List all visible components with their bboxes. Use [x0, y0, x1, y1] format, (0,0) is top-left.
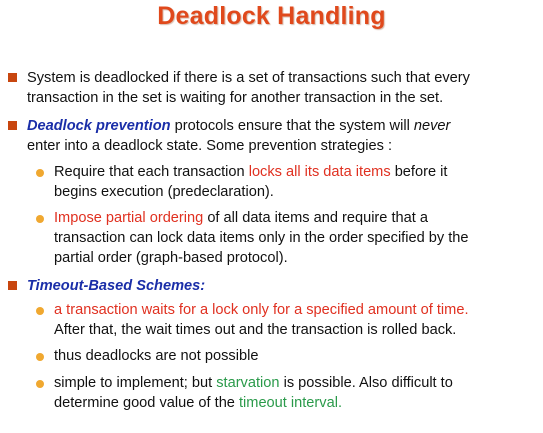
square-bullet-icon — [8, 281, 17, 290]
sub-bullet-text: is possible. Also difficult to — [279, 375, 453, 391]
sub-bullet-text: Require that each transaction — [54, 164, 249, 180]
sub-bullet-2-1-line-1: Require that each transaction locks all … — [54, 162, 447, 182]
square-bullet-icon — [8, 121, 17, 130]
never-emphasis: never — [413, 118, 451, 134]
sub-bullet-3-2-line-1: thus deadlocks are not possible — [54, 348, 259, 364]
round-bullet-icon — [36, 169, 44, 177]
sub-bullet-2-2-line-1: Impose partial ordering of all data item… — [54, 208, 428, 228]
timeout-interval-emphasis: timeout interval. — [238, 395, 342, 411]
timeout-schemes-heading: Timeout-Based Schemes: — [27, 278, 206, 294]
sub-bullet-3-1-line-2: After that, the wait times out and the t… — [54, 322, 457, 338]
bullet-2-line-1: Deadlock prevention protocols ensure tha… — [27, 116, 450, 136]
round-bullet-icon — [36, 353, 44, 361]
sub-bullet-2-2-line-3: partial order (graph-based protocol). — [54, 250, 288, 266]
partial-ordering-emphasis: Impose partial ordering — [54, 210, 204, 226]
round-bullet-icon — [36, 307, 44, 315]
starvation-emphasis: starvation — [216, 375, 280, 391]
sub-bullet-2-1-line-2: begins execution (predeclaration). — [54, 184, 274, 200]
round-bullet-icon — [36, 215, 44, 223]
sub-bullet-text: simple to implement; but — [54, 375, 217, 391]
sub-bullet-text: of all data items and require that a — [203, 210, 428, 226]
deadlock-prevention-term: Deadlock prevention — [27, 118, 171, 134]
sub-bullet-3-1-line-1: a transaction waits for a lock only for … — [54, 302, 469, 318]
bullet-1-line-2: transaction in the set is waiting for an… — [27, 90, 444, 106]
sub-bullet-2-2-line-2: transaction can lock data items only in … — [54, 230, 469, 246]
bullet-2-line-2: enter into a deadlock state. Some preven… — [27, 138, 393, 154]
sub-bullet-text: before it — [390, 164, 448, 180]
bullet-2-text: protocols ensure that the system will — [170, 118, 414, 134]
slide-title: Deadlock Handling — [157, 2, 386, 30]
square-bullet-icon — [8, 73, 17, 82]
round-bullet-icon — [36, 380, 44, 388]
locks-all-items-emphasis: locks all its data items — [248, 164, 391, 180]
bullet-1-line-1: System is deadlocked if there is a set o… — [27, 70, 470, 86]
sub-bullet-text: determine good value of the — [54, 395, 239, 411]
sub-bullet-3-3-line-1: simple to implement; but starvation is p… — [54, 373, 453, 393]
sub-bullet-3-3-line-2: determine good value of the timeout inte… — [54, 393, 342, 413]
